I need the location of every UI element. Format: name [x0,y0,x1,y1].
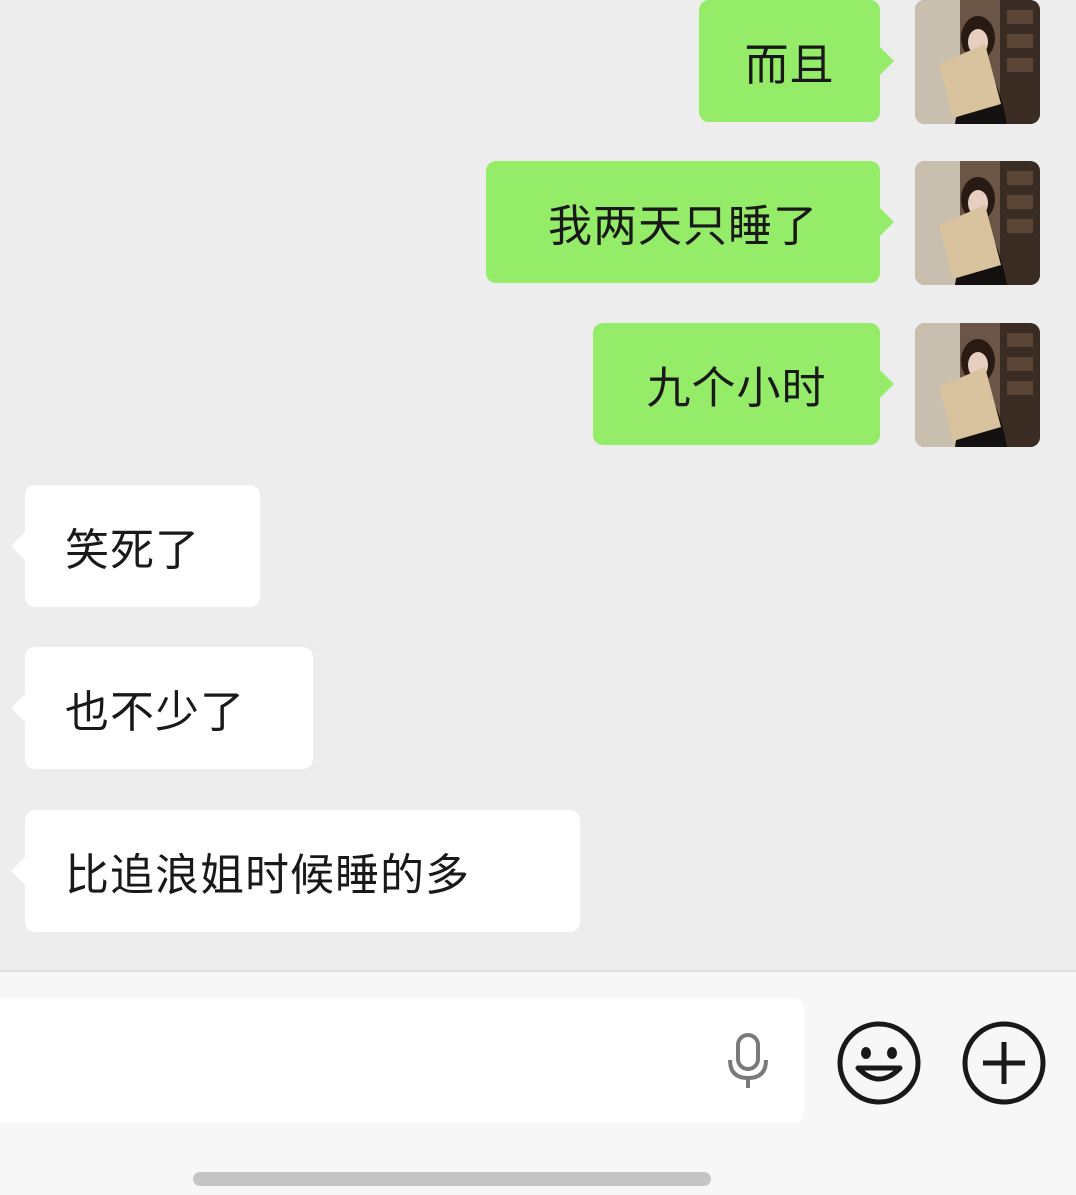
sender-avatar[interactable] [915,323,1040,447]
plus-icon[interactable] [961,1020,1047,1106]
incoming-message-bubble[interactable]: 也不少了 [11,647,313,769]
sender-avatar[interactable] [915,0,1040,124]
message-text: 而且 [744,40,835,91]
incoming-message-bubble[interactable]: 比追浪姐时候睡的多 [11,810,580,932]
message-text: 我两天只睡了 [548,201,818,252]
message-text: 也不少了 [65,687,245,738]
message-input-bar [0,970,1076,1195]
outgoing-message-bubble[interactable]: 我两天只睡了 [486,161,894,283]
incoming-message-bubble[interactable]: 笑死了 [11,485,260,607]
message-input[interactable] [0,998,804,1123]
outgoing-message-bubble[interactable]: 而且 [699,0,894,122]
emoji-icon[interactable] [836,1020,922,1106]
message-text: 笑死了 [65,525,200,576]
message-text: 比追浪姐时候睡的多 [65,850,470,901]
sender-avatar[interactable] [915,161,1040,285]
outgoing-message-bubble[interactable]: 九个小时 [593,323,894,445]
home-indicator[interactable] [193,1172,711,1186]
message-text: 九个小时 [646,363,827,414]
microphone-icon[interactable] [722,1032,774,1092]
chat-message-list: 而且 我两天只睡了 九个小时 笑死了 也不少了 比追浪姐时候睡的多 [0,0,1076,970]
